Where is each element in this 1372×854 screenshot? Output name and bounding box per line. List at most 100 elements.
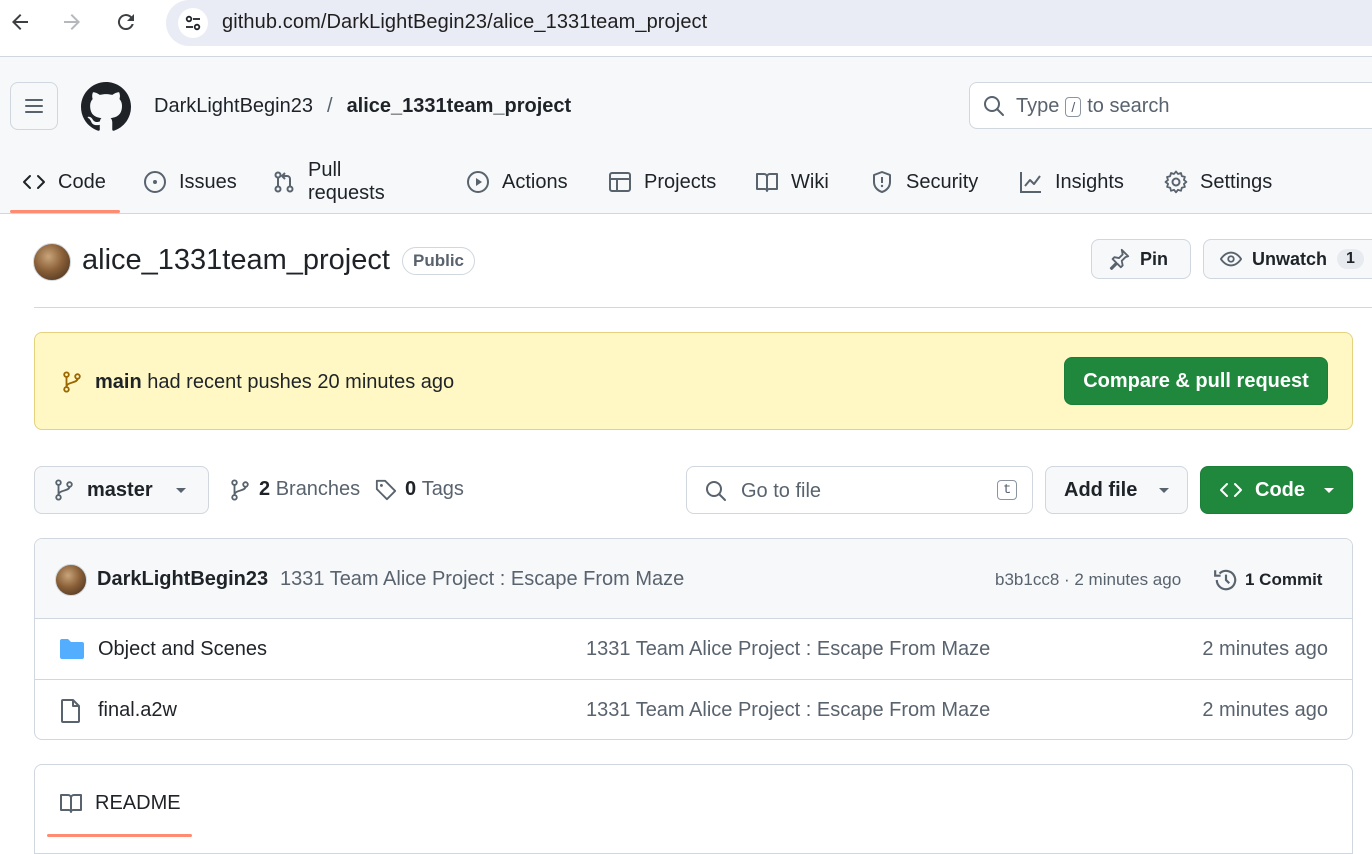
search-icon: [984, 96, 1004, 116]
search-prefix: Type: [1016, 95, 1060, 117]
graph-icon: [1019, 170, 1043, 194]
breadcrumb-separator: /: [327, 95, 333, 117]
search-placeholder: Type / to search: [1016, 95, 1170, 118]
pull-request-icon: [272, 170, 296, 194]
commit-hash-time[interactable]: b3b1cc8 · 2 minutes ago: [995, 570, 1181, 590]
file-commit-message[interactable]: 1331 Team Alice Project : Escape From Ma…: [586, 638, 990, 661]
search-shortcut-key: /: [1065, 96, 1082, 117]
tab-projects[interactable]: Projects: [596, 153, 728, 211]
code-dropdown-button[interactable]: Code: [1200, 466, 1353, 514]
unwatch-button[interactable]: Unwatch 1: [1203, 239, 1372, 279]
address-bar[interactable]: github.com/DarkLightBegin23/alice_1331te…: [166, 0, 1372, 46]
tags-count: 0: [405, 478, 417, 500]
file-name[interactable]: Object and Scenes: [98, 638, 267, 661]
tab-label: Pull requests: [308, 159, 385, 204]
browser-toolbar: github.com/DarkLightBegin23/alice_1331te…: [0, 0, 1372, 46]
pin-button[interactable]: Pin: [1091, 239, 1191, 279]
commit-author-avatar[interactable]: [55, 564, 87, 596]
table-icon: [608, 170, 632, 194]
file-name[interactable]: final.a2w: [98, 699, 177, 722]
chevron-down-icon: [176, 488, 186, 493]
table-row[interactable]: final.a2w 1331 Team Alice Project : Esca…: [35, 680, 1352, 739]
book-icon: [60, 794, 82, 813]
tab-code[interactable]: Code: [10, 153, 118, 211]
go-to-file-shortcut: t: [997, 480, 1018, 500]
add-file-button[interactable]: Add file: [1045, 466, 1188, 514]
branch-selector[interactable]: master: [34, 466, 209, 514]
back-button[interactable]: [6, 8, 34, 36]
tags-link[interactable]: 0 Tags: [375, 478, 464, 501]
tab-label: Settings: [1200, 170, 1273, 193]
tag-icon: [375, 479, 397, 500]
tab-insights[interactable]: Insights: [1007, 153, 1136, 211]
tab-settings[interactable]: Settings: [1152, 153, 1284, 211]
readme-tab[interactable]: README: [59, 791, 181, 815]
chevron-down-icon: [1159, 488, 1169, 493]
search-icon: [706, 481, 726, 501]
book-icon: [755, 170, 779, 194]
site-info-button[interactable]: [178, 8, 208, 38]
menu-button[interactable]: [10, 82, 58, 130]
tab-issues[interactable]: Issues: [131, 153, 249, 211]
owner-avatar[interactable]: [33, 243, 71, 281]
branch-icon: [231, 478, 249, 501]
branches-link[interactable]: 2 Branches: [229, 478, 360, 501]
owner-link[interactable]: DarkLightBegin23: [154, 95, 313, 118]
branches-count: 2: [259, 478, 271, 500]
url-text[interactable]: github.com/DarkLightBegin23/alice_1331te…: [222, 11, 707, 34]
repo-header: DarkLightBegin23 / alice_1331team_projec…: [0, 57, 1372, 214]
reload-button[interactable]: [112, 8, 140, 36]
repo-name-heading[interactable]: alice_1331team_project: [82, 244, 390, 277]
branches-label: Branches: [275, 478, 361, 500]
push-message-text: had recent pushes 20 minutes ago: [147, 371, 455, 393]
search-suffix: to search: [1087, 95, 1170, 117]
add-file-label: Add file: [1064, 478, 1138, 501]
file-commit-message[interactable]: 1331 Team Alice Project : Escape From Ma…: [586, 699, 990, 722]
tab-label: Issues: [179, 170, 237, 193]
tab-pull-requests[interactable]: Pull requests: [260, 153, 397, 211]
tab-wiki[interactable]: Wiki: [743, 153, 841, 211]
file-commit-date: 2 minutes ago: [1202, 699, 1328, 721]
forward-button[interactable]: [58, 8, 86, 36]
watch-count: 1: [1337, 249, 1364, 269]
breadcrumb: DarkLightBegin23 / alice_1331team_projec…: [154, 95, 571, 118]
chevron-down-icon: [1324, 488, 1334, 493]
tune-icon: [185, 15, 201, 31]
github-logo-icon[interactable]: [81, 82, 131, 132]
history-icon: [1214, 569, 1237, 591]
repo-link[interactable]: alice_1331team_project: [347, 95, 572, 118]
tab-label: Wiki: [791, 170, 829, 193]
branch-icon: [55, 479, 73, 501]
play-icon: [466, 170, 490, 194]
commit-author[interactable]: DarkLightBegin23: [97, 568, 268, 591]
tab-label: Insights: [1055, 170, 1124, 193]
arrow-right-icon: [64, 14, 80, 30]
go-to-file-placeholder: Go to file: [741, 480, 822, 502]
table-row[interactable]: Object and Scenes 1331 Team Alice Projec…: [35, 619, 1352, 680]
shield-icon: [870, 170, 894, 194]
folder-icon: [60, 639, 84, 659]
global-search-input[interactable]: Type / to search: [969, 82, 1372, 129]
file-table: DarkLightBegin23 1331 Team Alice Project…: [34, 538, 1353, 740]
pushed-branch-name[interactable]: main: [95, 371, 142, 393]
issue-icon: [143, 170, 167, 194]
current-branch-label: master: [87, 478, 153, 501]
commit-history-link[interactable]: 1 Commit: [1213, 567, 1322, 593]
recent-push-banner: main had recent pushes 20 minutes ago Co…: [34, 332, 1353, 430]
commit-message[interactable]: 1331 Team Alice Project : Escape From Ma…: [280, 568, 684, 591]
tab-actions[interactable]: Actions: [454, 153, 580, 211]
compare-pull-request-button[interactable]: Compare & pull request: [1064, 357, 1328, 405]
tab-label: Code: [58, 170, 106, 193]
pin-label: Pin: [1140, 248, 1169, 269]
tab-security[interactable]: Security: [858, 153, 990, 211]
pin-icon: [1109, 248, 1130, 270]
code-icon: [1220, 483, 1242, 497]
hamburger-icon: [25, 99, 43, 113]
commit-count-label: 1 Commit: [1245, 570, 1323, 589]
readme-tab-indicator: [47, 834, 192, 837]
go-to-file-input[interactable]: Go to file t: [686, 466, 1033, 514]
file-commit-date: 2 minutes ago: [1202, 638, 1328, 660]
tags-label: Tags: [421, 478, 464, 500]
file-icon: [61, 699, 80, 723]
title-divider: [34, 307, 1372, 308]
